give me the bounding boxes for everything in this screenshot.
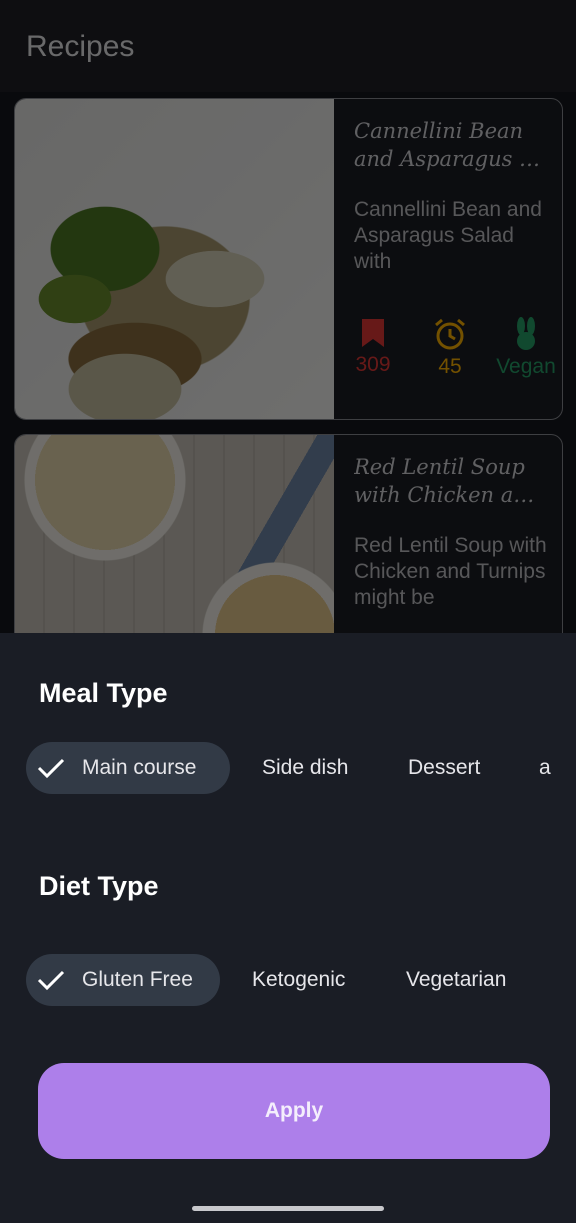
vegan-label: Vegan [496,355,556,378]
alarm-clock-icon [435,318,465,350]
recipe-stats: 309 45 Vegan [335,317,562,387]
check-icon [37,970,65,991]
chip-side-dish[interactable]: Side dish [262,742,348,794]
chip-partial[interactable]: a [539,742,551,794]
chip-main-course[interactable]: Main course [26,742,230,794]
chip-vegetarian[interactable]: Vegetarian [406,954,506,1006]
recipe-card[interactable]: Cannellini Bean and Asparagus S... Canne… [14,98,563,420]
recipe-image [15,99,334,419]
recipes-screen: Recipes Cannellini Bean and Asparagus S.… [0,0,576,640]
diet-type-title: Diet Type [39,871,159,901]
filter-bottom-sheet: Meal Type Main course Side dish Dessert … [0,633,576,1223]
recipe-description: Red Lentil Soup with Chicken and Turnips… [354,534,547,609]
recipe-description: Cannellini Bean and Asparagus Salad with [354,198,542,273]
rabbit-icon [517,317,535,350]
meal-type-title: Meal Type [39,678,168,708]
bookmark-icon [362,319,384,347]
recipe-title: Cannellini Bean and Asparagus S... [354,119,546,171]
recipe-title: Red Lentil Soup with Chicken and... [354,455,546,507]
chip-dessert[interactable]: Dessert [408,742,480,794]
recipe-image [15,435,334,640]
recipe-card[interactable]: Red Lentil Soup with Chicken and... Red … [14,434,563,640]
recipe-info: Red Lentil Soup with Chicken and... Red … [335,435,562,640]
likes-stat: 309 [338,317,408,377]
vegan-stat: Vegan [491,317,561,379]
time-stat: 45 [415,317,485,379]
minutes-count: 45 [438,355,462,378]
meal-type-chip-group: Main course Side dish Dessert a [26,742,576,794]
gesture-nav-bar[interactable] [192,1206,384,1211]
likes-count: 309 [355,353,391,376]
app-title: Recipes [26,30,135,63]
check-icon [37,758,65,779]
chip-ketogenic[interactable]: Ketogenic [252,954,345,1006]
app-bar: Recipes [0,0,576,92]
recipe-info: Cannellini Bean and Asparagus S... Canne… [335,99,562,419]
diet-type-chip-group: Gluten Free Ketogenic Vegetarian [26,954,576,1006]
chip-gluten-free[interactable]: Gluten Free [26,954,220,1006]
apply-button[interactable]: Apply [38,1063,550,1159]
